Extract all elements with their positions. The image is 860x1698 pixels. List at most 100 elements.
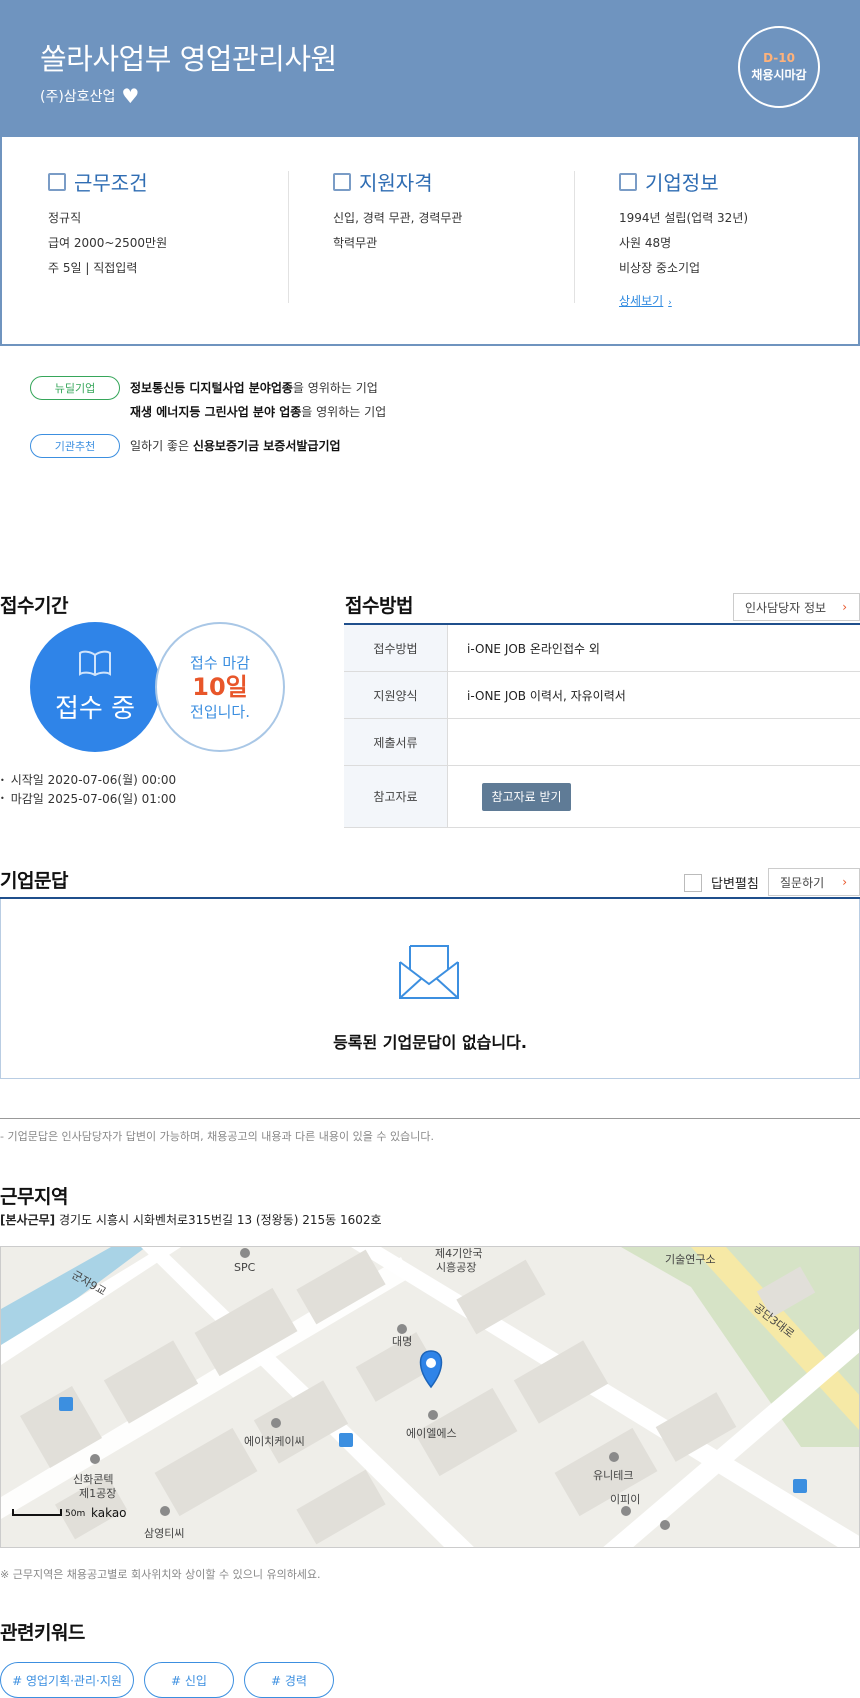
company-info-line: 비상장 중소기업 — [619, 261, 701, 275]
bookmark-icon — [48, 172, 66, 191]
remaining-prefix: 접수 마감 — [190, 654, 250, 672]
institution-tag-row: 기관추천 일하기 좋은 신용보증기금 보증서발급기업 — [30, 434, 341, 458]
calendar-icon — [333, 172, 351, 191]
map-canvas[interactable]: 군자9교 SPC 제4기안국 시흥공장 기술연구소 공단3대로 대명 에이치케이… — [1, 1247, 860, 1548]
qualifications-column: 지원자격 신입, 경력 무관, 경력무관 학력무관 — [333, 167, 583, 256]
row-value: i-ONE JOB 온라인접수 외 — [467, 641, 600, 656]
tag-text: 을 영위하는 기업 — [301, 405, 387, 419]
map-label: 신화콘텍 — [73, 1473, 113, 1486]
chevron-right-icon: › — [668, 298, 672, 308]
map-label: 삼영티씨 — [144, 1527, 184, 1540]
tag-text: 을 영위하는 기업 — [292, 381, 378, 395]
conditions-title: 근무조건 — [74, 171, 148, 195]
keyword-tag[interactable]: # 경력 — [244, 1662, 334, 1698]
map-label: 제4기안국 — [435, 1247, 482, 1260]
qna-heading: 기업문답 — [0, 870, 68, 892]
company-name[interactable]: (주)삼호산업 — [40, 86, 115, 106]
tag-bold-text: 정보통신등 디지털사업 분야업종 — [130, 381, 293, 395]
map-label: 시흥공장 — [436, 1260, 476, 1274]
tag-text: 일하기 좋은 — [130, 439, 193, 453]
row-value — [448, 719, 860, 765]
row-key: 지원양식 — [344, 672, 448, 718]
ask-question-button[interactable]: 질문하기 › — [768, 868, 860, 896]
expand-answers-label: 답변펼침 — [711, 877, 759, 892]
table-row: 접수방법 i-ONE JOB 온라인접수 외 — [344, 625, 860, 672]
divider — [0, 1118, 860, 1119]
company-name-row: (주)삼호산업 ♥ — [40, 86, 139, 106]
remaining-days: 10일 — [192, 673, 248, 701]
start-date: 시작일 2020-07-06(월) 00:00 — [0, 771, 176, 790]
row-key: 제출서류 — [344, 719, 448, 765]
hr-contact-button[interactable]: 인사담당자 정보 › — [733, 593, 860, 621]
row-key: 참고자료 — [344, 766, 448, 827]
row-value: i-ONE JOB 이력서, 자유이력서 — [467, 688, 626, 703]
company-info-heading: 기업정보 — [619, 167, 860, 196]
period-heading: 접수기간 — [0, 595, 68, 617]
newdeal-description: 정보통신등 디지털사업 분야업종을 영위하는 기업 재생 에너지등 그린사업 분… — [130, 376, 386, 424]
qna-empty-message: 등록된 기업문답이 없습니다. — [333, 1033, 527, 1052]
dday-status: 채용시마감 — [751, 68, 807, 82]
method-heading: 접수방법 — [345, 595, 413, 617]
row-key: 접수방법 — [344, 625, 448, 671]
map-label: 이피이 — [610, 1493, 640, 1506]
map-label: 유니테크 — [593, 1469, 633, 1482]
download-reference-button[interactable]: 참고자료 받기 — [482, 782, 571, 811]
row-value: 참고자료 받기 — [448, 766, 860, 827]
favorite-heart-icon[interactable]: ♥ — [121, 86, 139, 106]
job-header: 쏠라사업부 영업관리사원 (주)삼호산업 ♥ D-10 채용시마감 — [0, 0, 860, 137]
company-info-line: 1994년 설립(업력 32년) — [619, 211, 749, 225]
map-label: 에이엘에스 — [406, 1427, 457, 1440]
conditions-heading: 근무조건 — [48, 167, 298, 196]
newdeal-tag-row: 뉴딜기업 정보통신등 디지털사업 분야업종을 영위하는 기업 재생 에너지등 그… — [30, 376, 386, 424]
table-row: 지원양식 i-ONE JOB 이력서, 자유이력서 — [344, 672, 860, 719]
qualifications-line: 학력무관 — [333, 236, 378, 250]
chevron-right-icon: › — [842, 600, 847, 614]
table-row: 참고자료 참고자료 받기 — [344, 766, 860, 828]
company-info-line: 사원 48명 — [619, 236, 672, 250]
expand-answers-checkbox[interactable] — [684, 873, 702, 892]
map-label: 제1공장 — [79, 1487, 116, 1500]
address-text: 경기도 시흥시 시화벤처로315번길 13 (정왕동) 215동 1602호 — [58, 1213, 382, 1227]
hr-contact-label: 인사담당자 정보 — [745, 600, 827, 615]
address-label: [본사근무] — [0, 1213, 56, 1227]
method-table: 접수방법 i-ONE JOB 온라인접수 외 지원양식 i-ONE JOB 이력… — [344, 623, 860, 828]
status-label: 접수 중 — [54, 693, 136, 724]
ask-question-label: 질문하기 — [780, 875, 825, 890]
end-date: 마감일 2025-07-06(일) 01:00 — [0, 790, 176, 809]
conditions-line: 급여 2000~2500만원 — [48, 236, 168, 250]
dday-badge: D-10 채용시마감 — [738, 26, 820, 108]
period-dates: 시작일 2020-07-06(월) 00:00 마감일 2025-07-06(일… — [0, 771, 176, 808]
table-row: 제출서류 — [344, 719, 860, 766]
newdeal-badge: 뉴딜기업 — [30, 376, 120, 400]
company-info-title: 기업정보 — [645, 171, 719, 195]
company-info-column: 기업정보 1994년 설립(업력 32년) 사원 48명 비상장 중소기업 상세… — [619, 167, 860, 309]
keyword-tag[interactable]: # 영업기획·관리·지원 — [0, 1662, 134, 1698]
dday-count: D-10 — [763, 51, 795, 65]
keyword-tag[interactable]: # 신입 — [144, 1662, 234, 1698]
location-map[interactable]: 군자9교 SPC 제4기안국 시흥공장 기술연구소 공단3대로 대명 에이치케이… — [0, 1246, 860, 1548]
tag-bold-text: 신용보증기금 보증서발급기업 — [192, 439, 341, 453]
conditions-line: 주 5일 | 직접입력 — [48, 261, 138, 275]
job-title: 쏠라사업부 영업관리사원 — [40, 42, 337, 76]
building-icon — [619, 172, 637, 191]
keywords-heading: 관련키워드 — [0, 1622, 85, 1644]
chevron-right-icon: › — [842, 875, 847, 889]
remaining-circle: 접수 마감 10일 전입니다. — [155, 622, 285, 752]
map-label: 대명 — [392, 1335, 412, 1348]
company-detail-label: 상세보기 — [619, 294, 664, 308]
expand-answers-toggle[interactable]: 답변펼침 — [684, 873, 759, 892]
conditions-line: 정규직 — [48, 211, 82, 225]
map-note: ※ 근무지역은 채용공고별로 회사위치와 상이할 수 있으니 유의하세요. — [0, 1568, 321, 1581]
divider — [288, 171, 289, 303]
map-label: 에이치케이씨 — [244, 1435, 305, 1448]
remaining-suffix: 전입니다. — [190, 703, 250, 721]
company-detail-link[interactable]: 상세보기 › — [619, 292, 672, 309]
conditions-column: 근무조건 정규직 급여 2000~2500만원 주 5일 | 직접입력 — [48, 167, 298, 281]
tag-bold-text: 재생 에너지등 그린사업 분야 업종 — [130, 405, 302, 419]
map-label: SPC — [234, 1261, 256, 1274]
map-label: 기술연구소 — [665, 1253, 716, 1266]
map-scale: 50m — [65, 1509, 85, 1519]
divider — [574, 171, 575, 303]
job-summary-box: 근무조건 정규직 급여 2000~2500만원 주 5일 | 직접입력 지원자격… — [0, 137, 860, 346]
envelope-icon — [399, 945, 459, 999]
